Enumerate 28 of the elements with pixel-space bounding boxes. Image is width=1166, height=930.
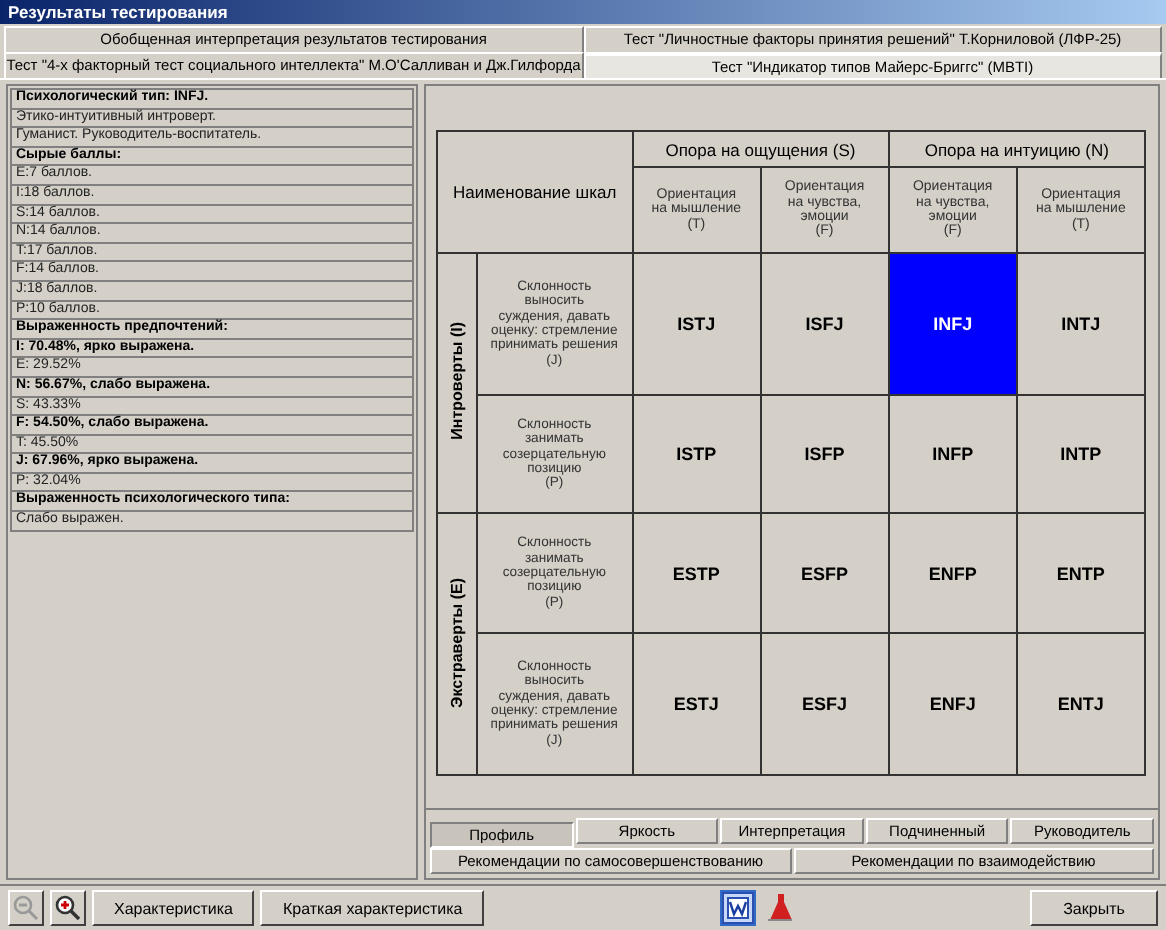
figure-icon[interactable] <box>763 890 796 922</box>
type-cell: ESFP <box>760 513 889 633</box>
document-icon[interactable] <box>719 890 756 926</box>
type-cell: ISTJ <box>632 253 761 396</box>
column-header: Наименование шкал <box>437 131 633 253</box>
zoom-in-button[interactable] <box>50 890 86 926</box>
row-group-header: Интроверты (I) <box>447 322 466 441</box>
close-button[interactable]: Закрыть <box>1030 890 1158 926</box>
window-title: Результаты тестирования <box>0 0 1166 24</box>
type-cell: ESTP <box>632 513 761 633</box>
type-cell: ISTP <box>632 395 761 514</box>
type-cell: INFP <box>888 395 1017 514</box>
type-cell: ENTP <box>1016 513 1145 633</box>
type-cell: ENTJ <box>1016 632 1145 775</box>
toolbar-button[interactable]: Характеристика <box>92 890 255 926</box>
type-cell: INFJ <box>888 253 1017 396</box>
type-cell: ESFJ <box>760 632 889 775</box>
type-cell: ESTJ <box>632 632 761 775</box>
row-group-header: Экстраверты (E) <box>447 577 466 708</box>
type-cell: INTJ <box>1016 253 1145 396</box>
type-cell: ENFP <box>888 513 1017 633</box>
column-group-header: Опора на интуицию (N) <box>888 131 1145 167</box>
type-cell: ISFP <box>760 395 889 514</box>
type-cell: INTP <box>1016 395 1145 514</box>
toolbar-button[interactable]: Краткая характеристика <box>260 890 485 926</box>
type-cell: ISFJ <box>760 253 889 396</box>
column-group-header: Опора на ощущения (S) <box>632 131 889 167</box>
type-cell: ENFJ <box>888 632 1017 775</box>
